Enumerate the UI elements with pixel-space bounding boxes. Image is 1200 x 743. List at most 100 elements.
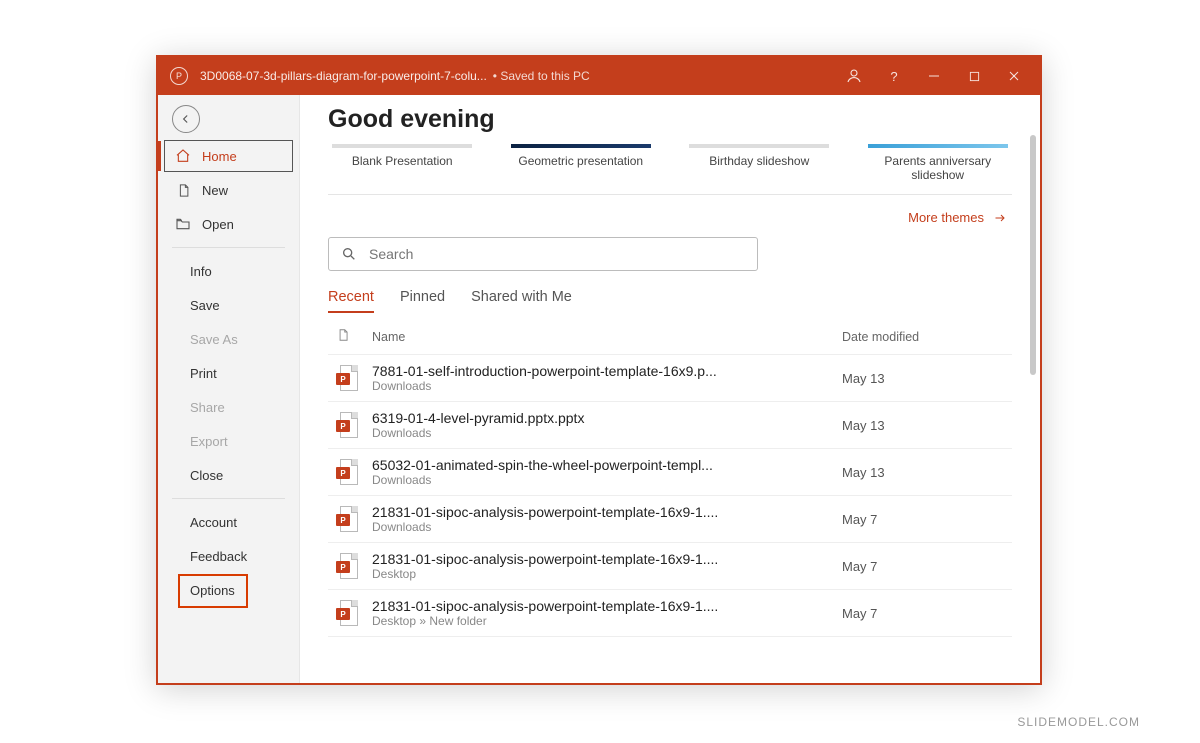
save-status: • Saved to this PC (493, 69, 590, 83)
file-row[interactable]: P65032-01-animated-spin-the-wheel-powerp… (328, 449, 1012, 496)
template-thumb (332, 144, 472, 148)
file-name: 21831-01-sipoc-analysis-powerpoint-templ… (372, 504, 792, 520)
file-date: May 13 (842, 371, 1012, 386)
file-date: May 7 (842, 606, 1012, 621)
template-label: Geometric presentation (507, 154, 656, 168)
arrow-right-icon (992, 212, 1008, 224)
file-list: P7881-01-self-introduction-powerpoint-te… (328, 355, 1012, 637)
back-button[interactable] (172, 105, 200, 133)
template-thumb (689, 144, 829, 148)
file-date: May 13 (842, 418, 1012, 433)
main-panel: Good evening Blank Presentation Geometri… (300, 95, 1040, 683)
sidebar-item-label: Save (190, 298, 220, 313)
column-name[interactable]: Name (372, 330, 842, 344)
sidebar-item-label: Home (202, 149, 237, 164)
search-input[interactable] (369, 246, 745, 262)
file-name: 65032-01-animated-spin-the-wheel-powerpo… (372, 457, 792, 473)
sidebar-item-new[interactable]: New (158, 173, 299, 207)
sidebar-item-label: Print (190, 366, 217, 381)
file-icon (336, 327, 372, 346)
sidebar-item-label: Options (190, 583, 235, 598)
sidebar-item-feedback[interactable]: Feedback (158, 539, 299, 573)
sidebar-item-save[interactable]: Save (158, 288, 299, 322)
tab-recent[interactable]: Recent (328, 289, 374, 313)
sidebar-item-label: Share (190, 400, 225, 415)
open-icon (174, 216, 192, 232)
powerpoint-file-icon: P (336, 553, 372, 579)
file-location: Downloads (372, 520, 842, 534)
file-row[interactable]: P6319-01-4-level-pyramid.pptx.pptxDownlo… (328, 402, 1012, 449)
sidebar-item-label: New (202, 183, 228, 198)
sidebar-item-home[interactable]: Home (158, 139, 299, 173)
file-name: 21831-01-sipoc-analysis-powerpoint-templ… (372, 598, 792, 614)
template-label: Blank Presentation (328, 154, 477, 168)
document-name: 3D0068-07-3d-pillars-diagram-for-powerpo… (200, 69, 487, 83)
template-label: Birthday slideshow (685, 154, 834, 168)
list-header: Name Date modified (328, 321, 1012, 355)
sidebar-item-label: Export (190, 434, 228, 449)
powerpoint-file-icon: P (336, 365, 372, 391)
sidebar-item-account[interactable]: Account (158, 505, 299, 539)
sidebar-item-export[interactable]: Export (158, 424, 299, 458)
tab-shared[interactable]: Shared with Me (471, 289, 572, 313)
powerpoint-file-icon: P (336, 600, 372, 626)
file-location: Downloads (372, 426, 842, 440)
sidebar-item-label: Feedback (190, 549, 247, 564)
maximize-button[interactable] (954, 57, 994, 95)
sidebar-item-open[interactable]: Open (158, 207, 299, 241)
template-geometric[interactable]: Geometric presentation (507, 140, 656, 182)
file-date: May 7 (842, 512, 1012, 527)
search-icon (341, 246, 357, 262)
sidebar-item-label: Info (190, 264, 212, 279)
backstage-sidebar: Home New Open Info Save Save As Print Sh… (158, 95, 300, 683)
new-icon (174, 183, 192, 198)
titlebar: P 3D0068-07-3d-pillars-diagram-for-power… (158, 57, 1040, 95)
sidebar-item-save-as[interactable]: Save As (158, 322, 299, 356)
watermark: SLIDEMODEL.COM (1017, 715, 1140, 729)
greeting-heading: Good evening (328, 105, 1012, 134)
sidebar-item-share[interactable]: Share (158, 390, 299, 424)
close-button[interactable] (994, 57, 1034, 95)
recent-tabs: Recent Pinned Shared with Me (328, 289, 1012, 313)
sidebar-item-close[interactable]: Close (158, 458, 299, 492)
app-icon: P (170, 67, 188, 85)
powerpoint-file-icon: P (336, 459, 372, 485)
sidebar-item-options[interactable]: Options (158, 573, 299, 607)
file-name: 21831-01-sipoc-analysis-powerpoint-templ… (372, 551, 792, 567)
file-row[interactable]: P21831-01-sipoc-analysis-powerpoint-temp… (328, 590, 1012, 637)
file-name: 6319-01-4-level-pyramid.pptx.pptx (372, 410, 792, 426)
file-location: Desktop » New folder (372, 614, 842, 628)
template-anniversary[interactable]: Parents anniversary slideshow (864, 140, 1013, 182)
file-row[interactable]: P7881-01-self-introduction-powerpoint-te… (328, 355, 1012, 402)
more-themes-link[interactable]: More themes (908, 210, 1008, 225)
account-icon[interactable] (834, 67, 874, 85)
sidebar-item-print[interactable]: Print (158, 356, 299, 390)
help-button[interactable]: ? (874, 57, 914, 95)
sidebar-item-label: Account (190, 515, 237, 530)
more-themes-label: More themes (908, 210, 984, 225)
template-birthday[interactable]: Birthday slideshow (685, 140, 834, 182)
scrollbar-thumb[interactable] (1030, 135, 1036, 375)
scrollbar[interactable] (1028, 135, 1038, 671)
file-location: Downloads (372, 473, 842, 487)
home-icon (174, 148, 192, 164)
search-box[interactable] (328, 237, 758, 271)
sidebar-item-info[interactable]: Info (158, 254, 299, 288)
column-date[interactable]: Date modified (842, 330, 1012, 344)
powerpoint-file-icon: P (336, 412, 372, 438)
file-date: May 13 (842, 465, 1012, 480)
template-label: Parents anniversary slideshow (864, 154, 1013, 182)
template-thumb (868, 144, 1008, 148)
file-row[interactable]: P21831-01-sipoc-analysis-powerpoint-temp… (328, 496, 1012, 543)
minimize-button[interactable] (914, 57, 954, 95)
file-location: Desktop (372, 567, 842, 581)
template-blank[interactable]: Blank Presentation (328, 140, 477, 182)
powerpoint-file-icon: P (336, 506, 372, 532)
file-row[interactable]: P21831-01-sipoc-analysis-powerpoint-temp… (328, 543, 1012, 590)
file-date: May 7 (842, 559, 1012, 574)
sidebar-item-label: Close (190, 468, 223, 483)
file-name: 7881-01-self-introduction-powerpoint-tem… (372, 363, 792, 379)
template-strip: Blank Presentation Geometric presentatio… (328, 140, 1012, 195)
tab-pinned[interactable]: Pinned (400, 289, 445, 313)
app-window: P 3D0068-07-3d-pillars-diagram-for-power… (156, 55, 1042, 685)
